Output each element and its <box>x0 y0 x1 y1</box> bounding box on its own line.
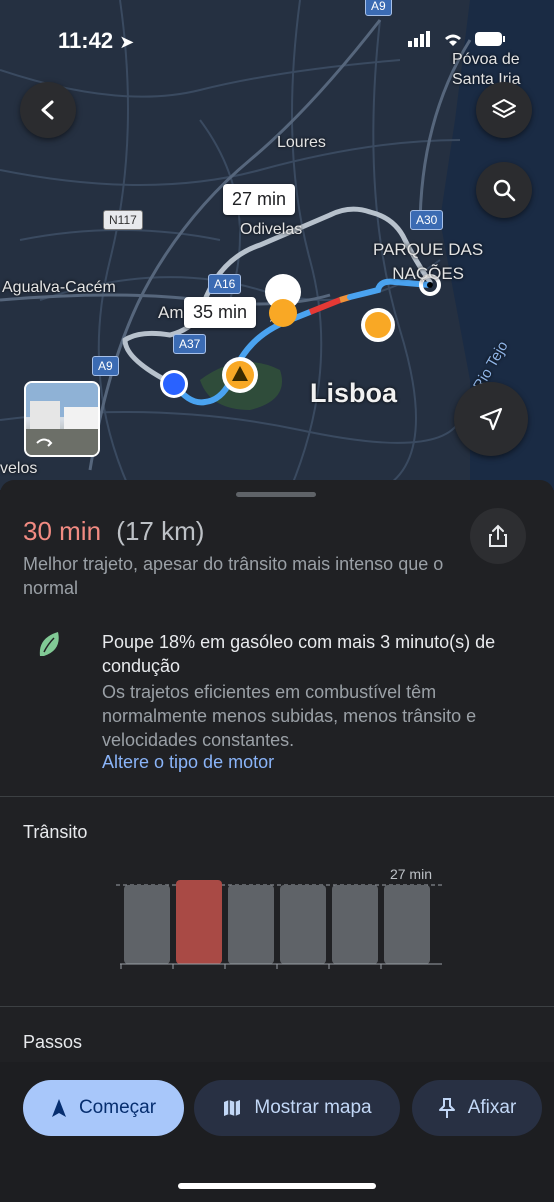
show-map-button[interactable]: Mostrar mapa <box>194 1080 400 1136</box>
drag-handle[interactable] <box>236 492 316 497</box>
divider <box>0 796 554 797</box>
traffic-bar <box>228 885 274 964</box>
map-label-amadora: Am <box>158 303 184 322</box>
battery-icon <box>475 32 505 46</box>
search-icon <box>493 179 516 202</box>
x-tick-label: 12:00 <box>232 977 270 980</box>
search-button[interactable] <box>476 162 532 218</box>
pin-button-label: Afixar <box>467 1097 517 1118</box>
road-shield-a16: A16 <box>208 274 242 294</box>
share-icon <box>489 524 507 547</box>
show-map-button-label: Mostrar mapa <box>254 1097 372 1118</box>
route-time-bubble-alt[interactable]: 27 min <box>223 184 296 215</box>
traffic-bar-current <box>176 880 222 964</box>
steps-title: Passos <box>23 1032 83 1052</box>
map-label-odivelas: Odivelas <box>240 221 303 238</box>
home-indicator <box>178 1183 376 1189</box>
route-sheet: 30 min (17 km) Melhor trajeto, apesar do… <box>0 480 554 1202</box>
map-label-agualva: Agualva-Cacém <box>2 279 116 296</box>
signal-icon <box>408 31 430 47</box>
route-description: Melhor trajeto, apesar do trânsito mais … <box>23 554 444 598</box>
layers-icon <box>492 99 516 118</box>
share-button[interactable] <box>470 508 526 564</box>
road-shield-a30: A30 <box>410 210 444 230</box>
road-shield-a37: A37 <box>173 334 207 354</box>
street-view-rotate-icon <box>36 438 53 447</box>
leaf-icon <box>39 632 59 656</box>
traffic-bar <box>384 885 430 964</box>
traffic-title: Trânsito <box>23 822 88 842</box>
change-engine-link[interactable]: Altere o tipo de motor <box>102 752 274 773</box>
back-button[interactable] <box>20 82 76 138</box>
reference-line-label: 27 min <box>390 866 432 882</box>
street-view-thumbnail[interactable] <box>24 381 100 457</box>
road-shield-a9: A9 <box>92 356 119 376</box>
pin-button[interactable]: Afixar <box>412 1080 542 1136</box>
pin-icon <box>438 1098 455 1118</box>
map-label-velos: velos <box>0 460 38 477</box>
eco-body: Os trajetos eficientes em combustível tê… <box>102 682 477 750</box>
map-view[interactable]: 11:42 ➤ Póvoa de Santa Iria Loures Odive… <box>0 0 554 490</box>
route-distance: (17 km) <box>116 516 205 546</box>
route-time-bubble-main[interactable]: 35 min <box>184 297 257 328</box>
map-label-loures: Loures <box>277 134 326 151</box>
recenter-button[interactable] <box>454 382 528 456</box>
duration-minutes: 30 min <box>23 516 102 546</box>
navigation-icon <box>51 1099 66 1117</box>
traffic-bar <box>124 885 170 964</box>
start-button-label: Começar <box>78 1097 157 1118</box>
route-duration: 30 min (17 km) <box>23 516 204 547</box>
status-icons <box>408 31 506 47</box>
map-label-lisboa: Lisboa <box>310 378 398 408</box>
start-button[interactable]: Começar <box>23 1080 184 1136</box>
map-label-parque: PARQUE DAS NAÇÕES <box>373 240 484 283</box>
action-bar: Começar Mostrar mapa Afixar <box>0 1062 554 1202</box>
road-shield-n117: N117 <box>103 210 143 230</box>
wifi-icon <box>445 34 461 46</box>
navigation-arrow-icon <box>479 407 503 431</box>
traffic-bar <box>332 885 378 964</box>
map-icon <box>224 1100 241 1116</box>
traffic-chart: 27 min 12:00 13:00 <box>116 866 442 980</box>
eco-title: Poupe 18% em gasóleo com mais 3 minuto(s… <box>102 632 496 676</box>
status-time: 11:42 ➤ <box>58 28 135 53</box>
layers-button[interactable] <box>476 82 532 138</box>
divider <box>0 1006 554 1007</box>
traffic-bar <box>280 885 326 964</box>
chevron-left-icon <box>41 100 54 120</box>
x-tick-label: 13:00 <box>336 977 374 980</box>
road-shield-a9-top: A9 <box>365 0 392 16</box>
